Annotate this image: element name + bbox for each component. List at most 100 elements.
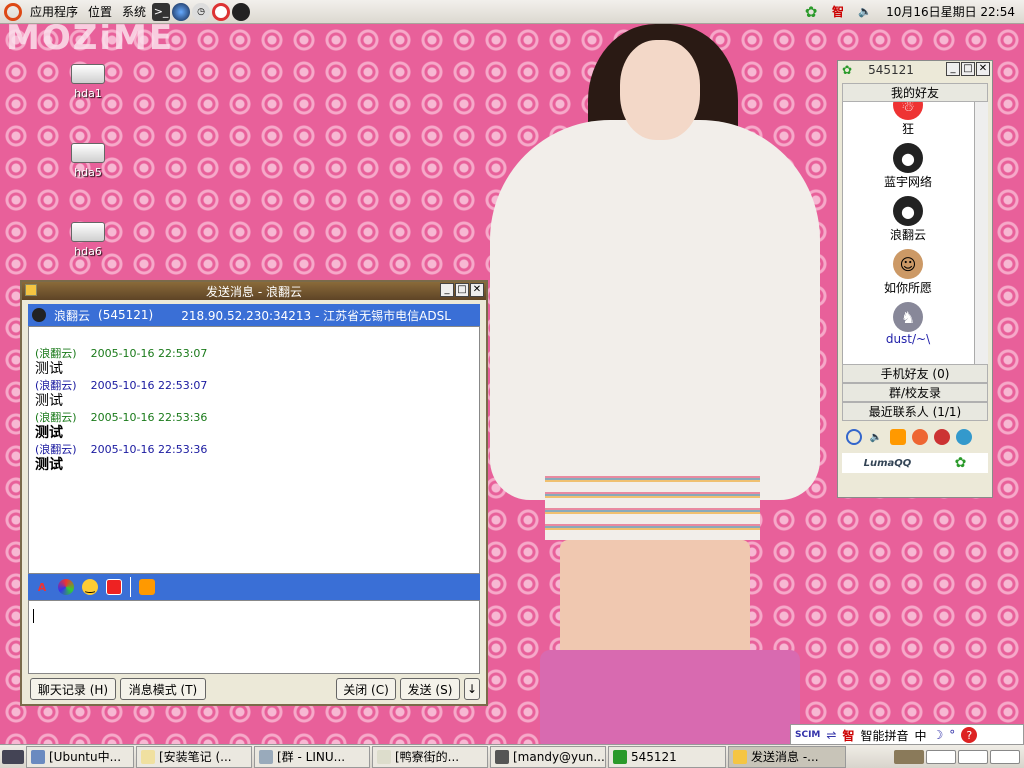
message-time: 2005-10-16 22:53:07 xyxy=(90,379,208,392)
workspace-4[interactable] xyxy=(990,749,1020,764)
wallpaper-figure-body xyxy=(490,120,820,500)
punctuation-icon[interactable]: ° xyxy=(949,728,955,742)
group-my-friends[interactable]: 我的好友 xyxy=(842,83,988,102)
message-time: 2005-10-16 22:53:07 xyxy=(90,347,208,360)
qq-titlebar[interactable]: ✿ 545121 _ □ ✕ xyxy=(838,61,992,79)
network-status-icon[interactable]: ✿ xyxy=(802,3,820,21)
group-school[interactable]: 群/校友录 xyxy=(842,383,988,402)
buddy-item[interactable]: ♞ dust/~\ xyxy=(843,300,973,346)
message-time: 2005-10-16 22:53:36 xyxy=(90,411,208,424)
buddy-scrollbar[interactable] xyxy=(974,102,988,364)
message-text: 测试 xyxy=(35,361,63,377)
taskbar-button[interactable]: [鸭寮街的... xyxy=(372,745,488,768)
buddy-list[interactable]: ☃ 狂 ● 蓝宇网络 ● 浪翻云 ☺ 如你所愿 ♞ dust/~\ xyxy=(842,102,988,364)
speaker-icon[interactable]: 🔈 xyxy=(868,429,884,445)
ime-switch-icon[interactable]: ⇌ xyxy=(826,728,836,742)
maximize-button[interactable]: □ xyxy=(455,283,469,297)
workspace-2[interactable] xyxy=(926,749,956,764)
menu-places[interactable]: 位置 xyxy=(83,3,117,20)
help-icon[interactable]: ? xyxy=(961,727,978,743)
taskbar-button[interactable]: 发送消息 -... xyxy=(728,745,846,768)
message-sender: (浪翻云) xyxy=(35,379,77,392)
menu-system[interactable]: 系统 xyxy=(117,3,151,20)
font-icon[interactable]: A xyxy=(34,579,50,595)
ime-smart-icon: 智 xyxy=(842,728,855,743)
taskbar-button[interactable]: [群 - LINU... xyxy=(254,745,370,768)
workspace-3[interactable] xyxy=(958,749,988,764)
minimize-button[interactable]: _ xyxy=(440,283,454,297)
color-icon[interactable] xyxy=(58,579,74,595)
ime-name[interactable]: 智能拼音 xyxy=(860,727,908,744)
help-launcher-icon[interactable] xyxy=(212,2,231,21)
taskbar-button[interactable]: 545121 xyxy=(608,745,726,768)
show-desktop-icon[interactable] xyxy=(2,749,24,764)
chat-window-titlebar[interactable]: 发送消息 - 浪翻云 _ □ ✕ xyxy=(22,282,486,300)
clock-launcher-icon[interactable]: ◷ xyxy=(192,2,211,21)
message-sender: (浪翻云) xyxy=(35,347,77,360)
taskbar-button[interactable]: [安装笔记 (... xyxy=(136,745,252,768)
contact-address: 218.90.52.230:34213 - 江苏省无锡市电信ADSL xyxy=(181,308,451,323)
task-label: [安装笔记 (... xyxy=(159,750,232,764)
message-input[interactable] xyxy=(28,600,480,674)
desktop-icon-hda1[interactable]: hda1 xyxy=(58,64,118,100)
buddy-name: 蓝宇网络 xyxy=(883,175,932,189)
group-recent[interactable]: 最近联系人 (1/1) xyxy=(842,402,988,421)
clock[interactable]: 10月16日星期日 22:54 xyxy=(881,3,1020,20)
mobile-icon[interactable] xyxy=(139,579,155,595)
task-label: 545121 xyxy=(631,749,677,764)
online-status-icon[interactable]: ✿ xyxy=(955,455,967,471)
message-header: (浪翻云) 2005-10-16 22:53:36 xyxy=(35,441,473,457)
home-icon[interactable] xyxy=(934,429,950,445)
qq-minimize-button[interactable]: _ xyxy=(946,62,960,76)
message-header: (浪翻云) 2005-10-16 22:53:07 xyxy=(35,345,473,361)
taskbar-button[interactable]: [mandy@yun... xyxy=(490,745,606,768)
screenshot-icon[interactable] xyxy=(106,579,122,595)
volume-icon[interactable]: 🔈 xyxy=(856,3,874,21)
send-button[interactable]: 发送 (S) xyxy=(400,678,460,700)
buddy-item[interactable]: ☃ 狂 xyxy=(843,102,973,137)
qq-maximize-button[interactable]: □ xyxy=(961,62,975,76)
task-app-icon xyxy=(613,749,627,764)
buddy-item[interactable]: ● 蓝宇网络 xyxy=(843,141,973,190)
buddy-item[interactable]: ● 浪翻云 xyxy=(843,194,973,243)
qq-close-button[interactable]: ✕ xyxy=(976,62,990,76)
penguin-icon xyxy=(32,308,46,322)
ime-mode[interactable]: 中 xyxy=(915,727,927,744)
scim-logo-icon[interactable]: SCIM xyxy=(795,730,820,740)
window-menu-icon[interactable] xyxy=(25,284,37,296)
send-options-button[interactable]: ↓ xyxy=(464,678,480,700)
drive-icon xyxy=(71,64,105,84)
menu-applications[interactable]: 应用程序 xyxy=(25,3,83,20)
group-mobile-friends[interactable]: 手机好友 (0) xyxy=(842,364,988,383)
close-button[interactable]: 关闭 (C) xyxy=(336,678,396,700)
firefox-icon[interactable] xyxy=(912,429,928,445)
half-width-icon[interactable]: ☽ xyxy=(933,728,944,742)
task-app-icon xyxy=(733,749,747,764)
workspace-switcher[interactable] xyxy=(894,749,1024,764)
desktop-icon-hda6[interactable]: hda6 xyxy=(58,222,118,258)
ubuntu-logo-icon[interactable] xyxy=(4,2,22,21)
message-header: (浪翻云) 2005-10-16 22:53:36 xyxy=(35,409,473,425)
qq-status-icon[interactable]: ✿ xyxy=(842,63,852,77)
ime-toolbar: SCIM ⇌ 智 智能拼音 中 ☽ ° ? xyxy=(790,724,1024,746)
workspace-1[interactable] xyxy=(894,749,924,764)
wallpaper-figure-hem xyxy=(545,470,760,540)
qq-title: 545121 xyxy=(868,63,914,77)
buddy-item[interactable]: ☺ 如你所愿 xyxy=(843,247,973,296)
message-mode-button[interactable]: 消息模式 (T) xyxy=(120,678,206,700)
message-history[interactable]: (浪翻云) 2005-10-16 22:53:07 测试 (浪翻云) 2005-10-1… xyxy=(28,326,480,574)
desktop-icon-hda5[interactable]: hda5 xyxy=(58,143,118,179)
mobile-icon[interactable] xyxy=(890,429,906,445)
ime-tray-icon[interactable]: 智 xyxy=(827,3,849,20)
browser-launcher-icon[interactable] xyxy=(172,2,191,21)
search-icon[interactable] xyxy=(846,429,862,445)
qq-launcher-icon[interactable] xyxy=(232,2,251,21)
settings-icon[interactable] xyxy=(956,429,972,445)
desktop-icon-label: hda1 xyxy=(74,87,102,100)
terminal-launcher-icon[interactable]: >_ xyxy=(152,2,171,21)
taskbar-button[interactable]: [Ubuntu中... xyxy=(26,745,134,768)
close-window-button[interactable]: ✕ xyxy=(470,283,484,297)
qq-toolbar: 🔈 xyxy=(842,429,988,449)
smiley-icon[interactable]: ‿ xyxy=(82,579,98,595)
history-button[interactable]: 聊天记录 (H) xyxy=(30,678,116,700)
